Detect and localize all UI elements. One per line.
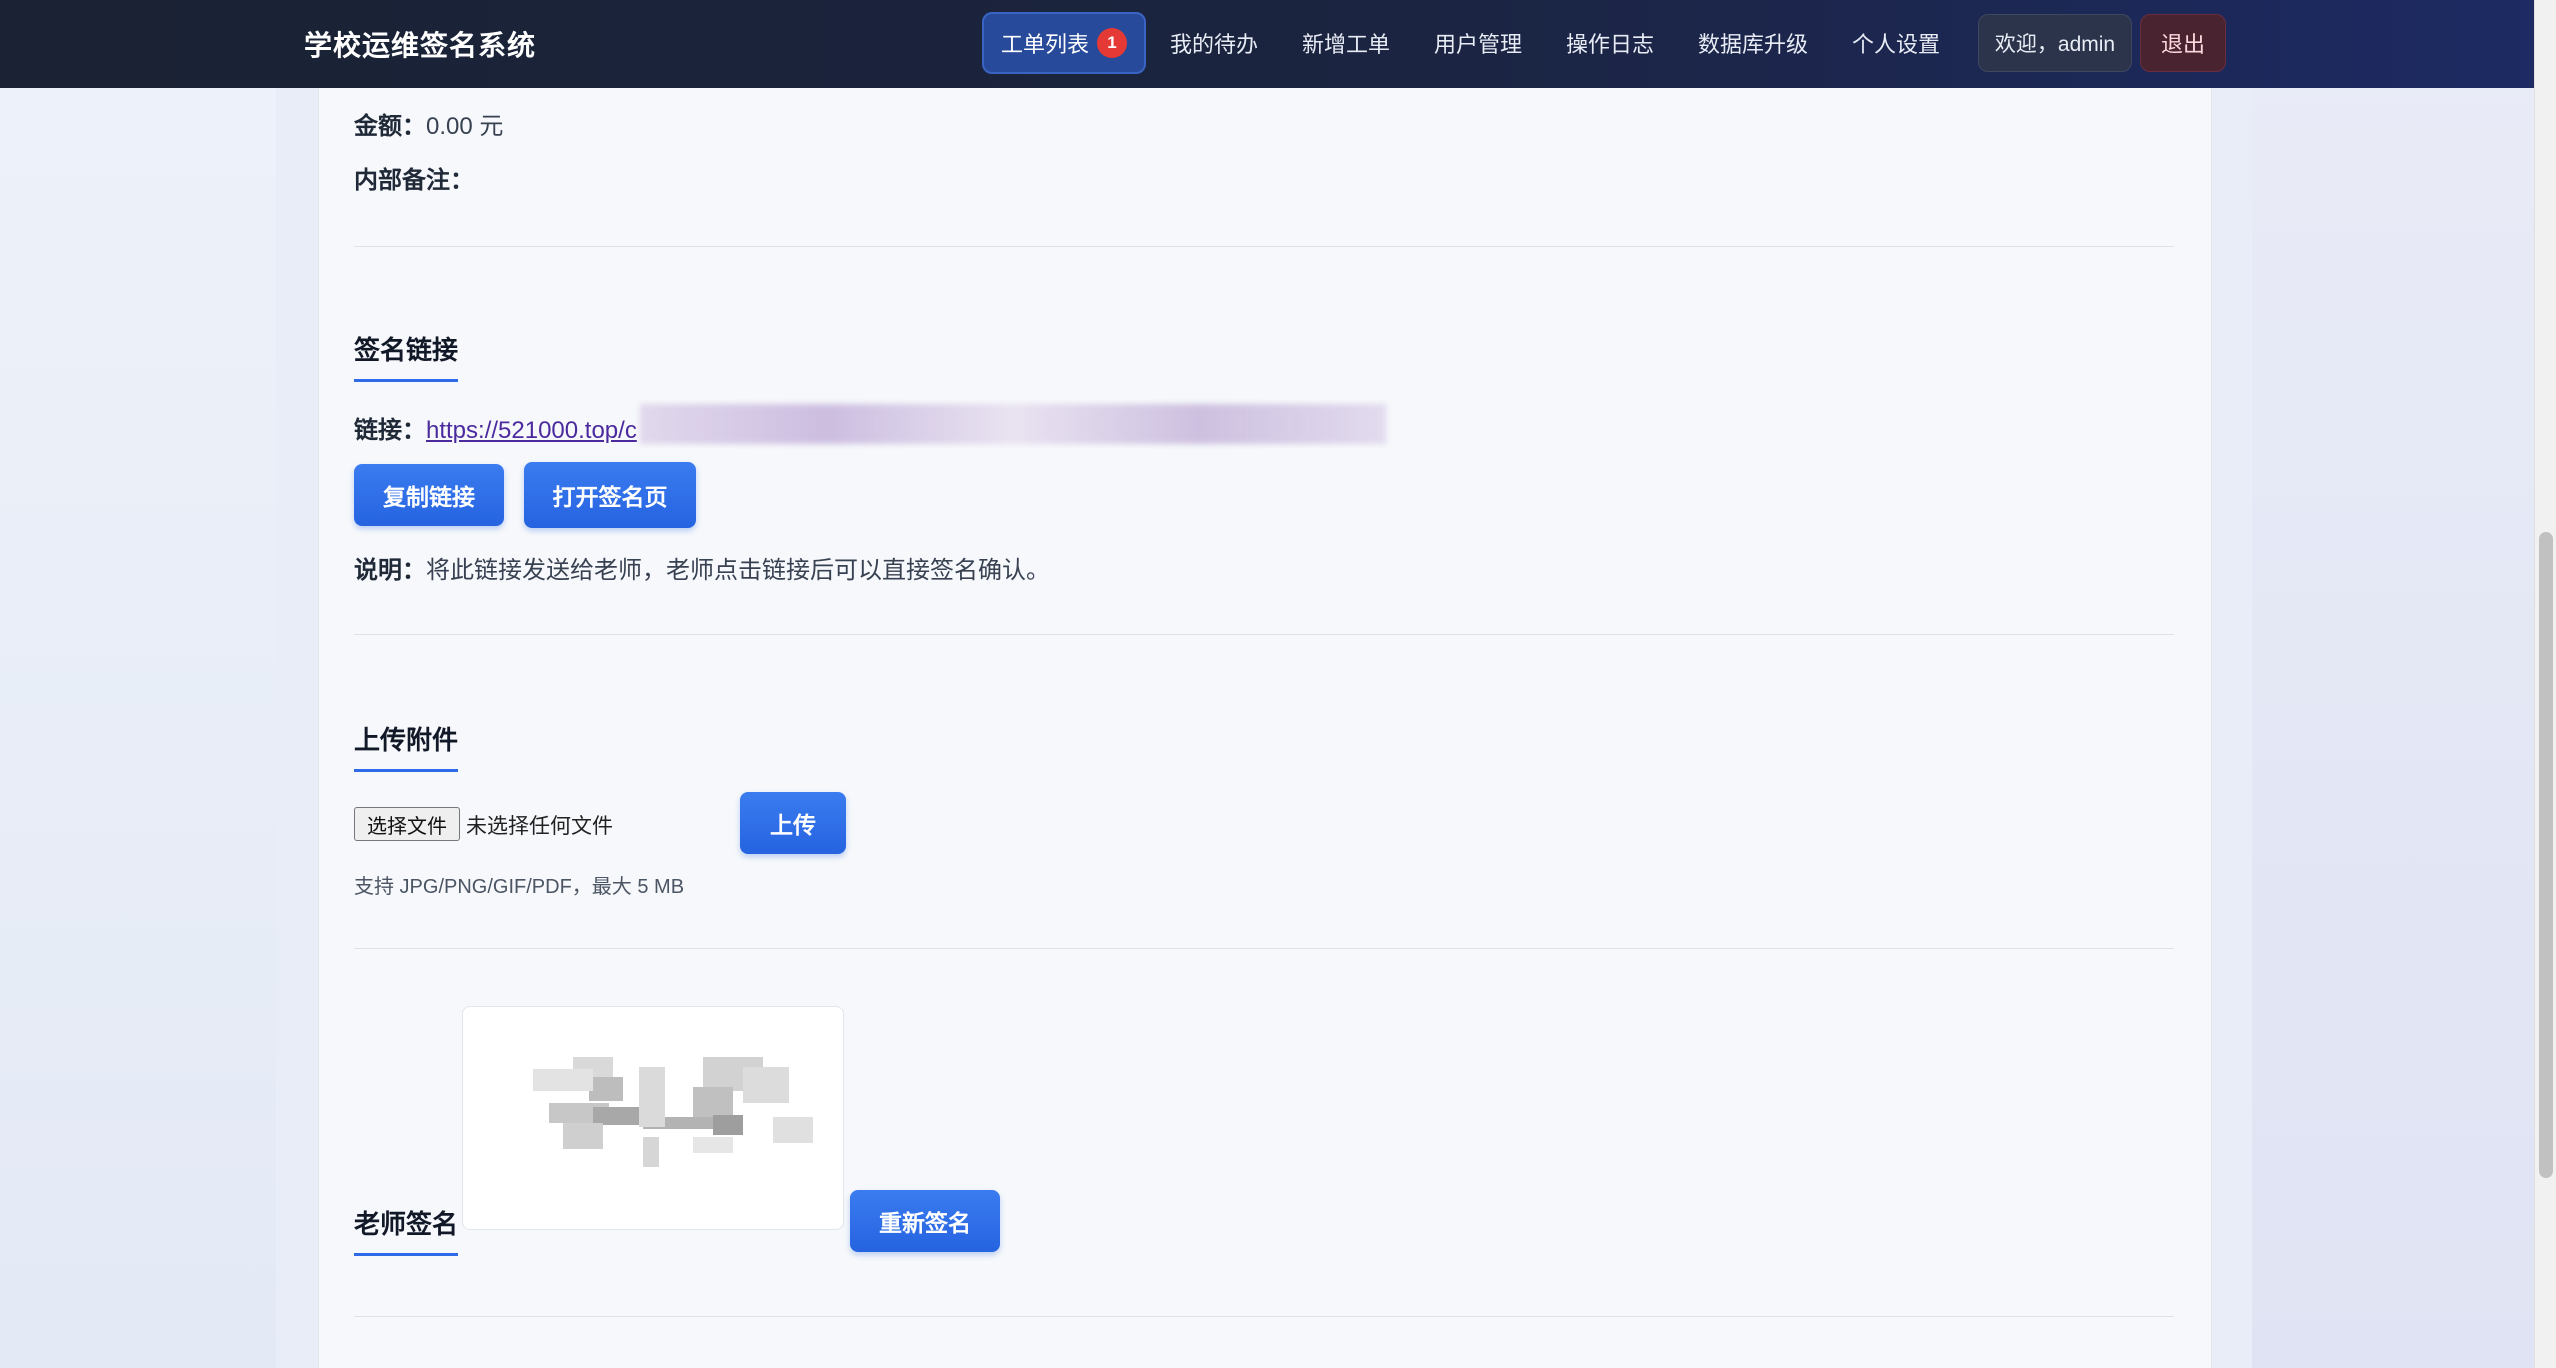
welcome-user: 欢迎，admin (1978, 14, 2132, 72)
link-label: 链接： (354, 417, 426, 444)
internal-notes-label: 内部备注： (354, 167, 474, 194)
sign-link-note: 说明：将此链接发送给老师，老师点击链接后可以直接签名确认。 (354, 550, 1050, 585)
section-divider (354, 1316, 2174, 1317)
redacted-link-blur (640, 404, 1386, 444)
nav-item-personal-settings[interactable]: 个人设置 (1840, 12, 1952, 74)
nav-item-user-management[interactable]: 用户管理 (1422, 12, 1534, 74)
nav-item-label: 数据库升级 (1697, 32, 1808, 57)
amount-row: 金额：0.00 元 (354, 106, 503, 141)
upload-button[interactable]: 上传 (740, 792, 846, 854)
nav-item-label: 新增工单 (1301, 32, 1390, 57)
nav-item-label: 工单列表 (1000, 32, 1089, 57)
nav-item-label: 个人设置 (1851, 32, 1940, 57)
sign-link-url[interactable]: https://521000.top/c (426, 417, 637, 444)
app-brand[interactable]: 学校运维签名系统 (304, 24, 536, 64)
nav-item-db-upgrade[interactable]: 数据库升级 (1688, 12, 1818, 74)
nav-item-operation-log[interactable]: 操作日志 (1554, 12, 1666, 74)
page-background-left (0, 0, 276, 1368)
upload-hint: 支持 JPG/PNG/GIF/PDF，最大 5 MB (354, 876, 685, 898)
note-text: 将此链接发送给老师，老师点击链接后可以直接签名确认。 (426, 557, 1050, 584)
pending-count-badge: 1 (1097, 28, 1127, 58)
logout-button[interactable]: 退出 (2140, 14, 2226, 72)
sign-link-section-title: 签名链接 (354, 330, 459, 382)
resign-button[interactable]: 重新签名 (850, 1190, 1000, 1252)
section-divider (354, 246, 2174, 247)
nav-item-my-todo[interactable]: 我的待办 (1158, 12, 1270, 74)
amount-value: 0.00 元 (426, 113, 504, 140)
nav-item-label: 我的待办 (1169, 32, 1258, 57)
open-sign-page-button[interactable]: 打开签名页 (524, 462, 696, 528)
scrollbar-thumb[interactable] (2539, 532, 2553, 1178)
amount-label: 金额： (354, 113, 426, 140)
section-divider (354, 948, 2174, 949)
copy-link-button[interactable]: 复制链接 (354, 464, 504, 526)
sign-link-row: 链接：https://521000.top/c (354, 410, 637, 445)
internal-notes-row: 内部备注： (354, 160, 474, 195)
choose-file-button[interactable]: 选择文件 (354, 807, 460, 841)
top-navbar: 学校运维签名系统 工单列表 1 我的待办 新增工单 用户管理 操作日志 数据库升… (0, 0, 2534, 88)
nav-item-new-ticket[interactable]: 新增工单 (1290, 12, 1402, 74)
section-divider (354, 634, 2174, 635)
page-background-right (2252, 0, 2534, 1368)
nav-item-label: 操作日志 (1565, 32, 1654, 57)
note-label: 说明： (354, 557, 426, 584)
nav-item-ticket-list[interactable]: 工单列表 1 (982, 12, 1146, 74)
nav-item-label: 用户管理 (1433, 32, 1522, 57)
upload-section-title: 上传附件 (354, 720, 459, 772)
page-scrollbar[interactable] (2534, 0, 2556, 1368)
signature-image (462, 1006, 844, 1230)
teacher-signature-title: 老师签名 (354, 1204, 459, 1256)
file-status-text: 未选择任何文件 (466, 815, 613, 838)
